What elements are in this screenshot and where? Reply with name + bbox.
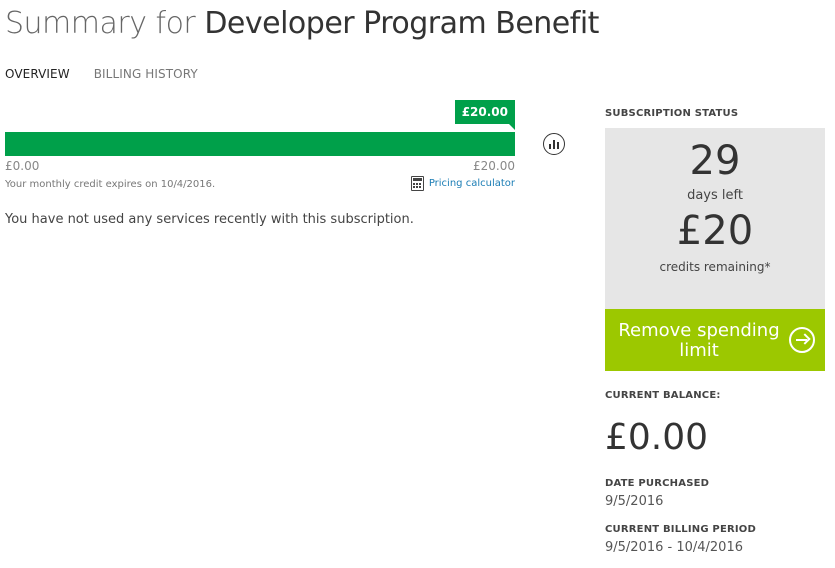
no-usage-message: You have not used any services recently …	[5, 212, 414, 227]
billing-period-value: 9/5/2016 - 10/4/2016	[605, 540, 743, 555]
arrow-right-circle-icon	[789, 327, 815, 353]
calculator-icon	[410, 176, 424, 191]
pricing-calculator-label: Pricing calculator	[428, 178, 515, 189]
subscription-status-heading: SUBSCRIPTION STATUS	[605, 108, 739, 119]
usage-bar-fill	[5, 132, 515, 156]
current-balance-heading: CURRENT BALANCE:	[605, 390, 721, 401]
date-purchased-value: 9/5/2016	[605, 494, 664, 509]
remove-spending-limit-label: Remove spending limit	[618, 320, 780, 361]
date-purchased-heading: DATE PURCHASED	[605, 478, 710, 489]
days-left-value: 29	[689, 138, 741, 184]
page-title-prefix: Summary for	[5, 6, 196, 41]
credits-remaining-label: credits remaining*	[659, 260, 771, 274]
usage-chart-icon[interactable]	[543, 133, 565, 155]
tab-bar: OVERVIEW BILLING HISTORY	[5, 67, 198, 81]
scale-max-label: £20.00	[473, 159, 515, 173]
credits-remaining-value: £20	[676, 208, 754, 254]
subscription-name: Developer Program Benefit	[204, 6, 599, 41]
current-balance-value: £0.00	[605, 417, 709, 458]
days-left-label: days left	[687, 188, 743, 203]
pricing-calculator-link[interactable]: Pricing calculator	[410, 176, 515, 191]
tab-billing-history[interactable]: BILLING HISTORY	[94, 67, 198, 81]
billing-period-heading: CURRENT BILLING PERIOD	[605, 524, 757, 535]
credit-expiry-text: Your monthly credit expires on 10/4/2016…	[5, 179, 216, 190]
usage-callout: £20.00	[454, 100, 516, 130]
page-title: Summary for Developer Program Benefit	[5, 6, 599, 41]
usage-bar	[5, 132, 515, 156]
remove-spending-limit-button[interactable]: Remove spending limit	[605, 309, 825, 371]
tab-overview[interactable]: OVERVIEW	[5, 67, 70, 81]
scale-min-label: £0.00	[5, 159, 40, 173]
subscription-status-panel: 29 days left £20 credits remaining*	[605, 128, 825, 309]
